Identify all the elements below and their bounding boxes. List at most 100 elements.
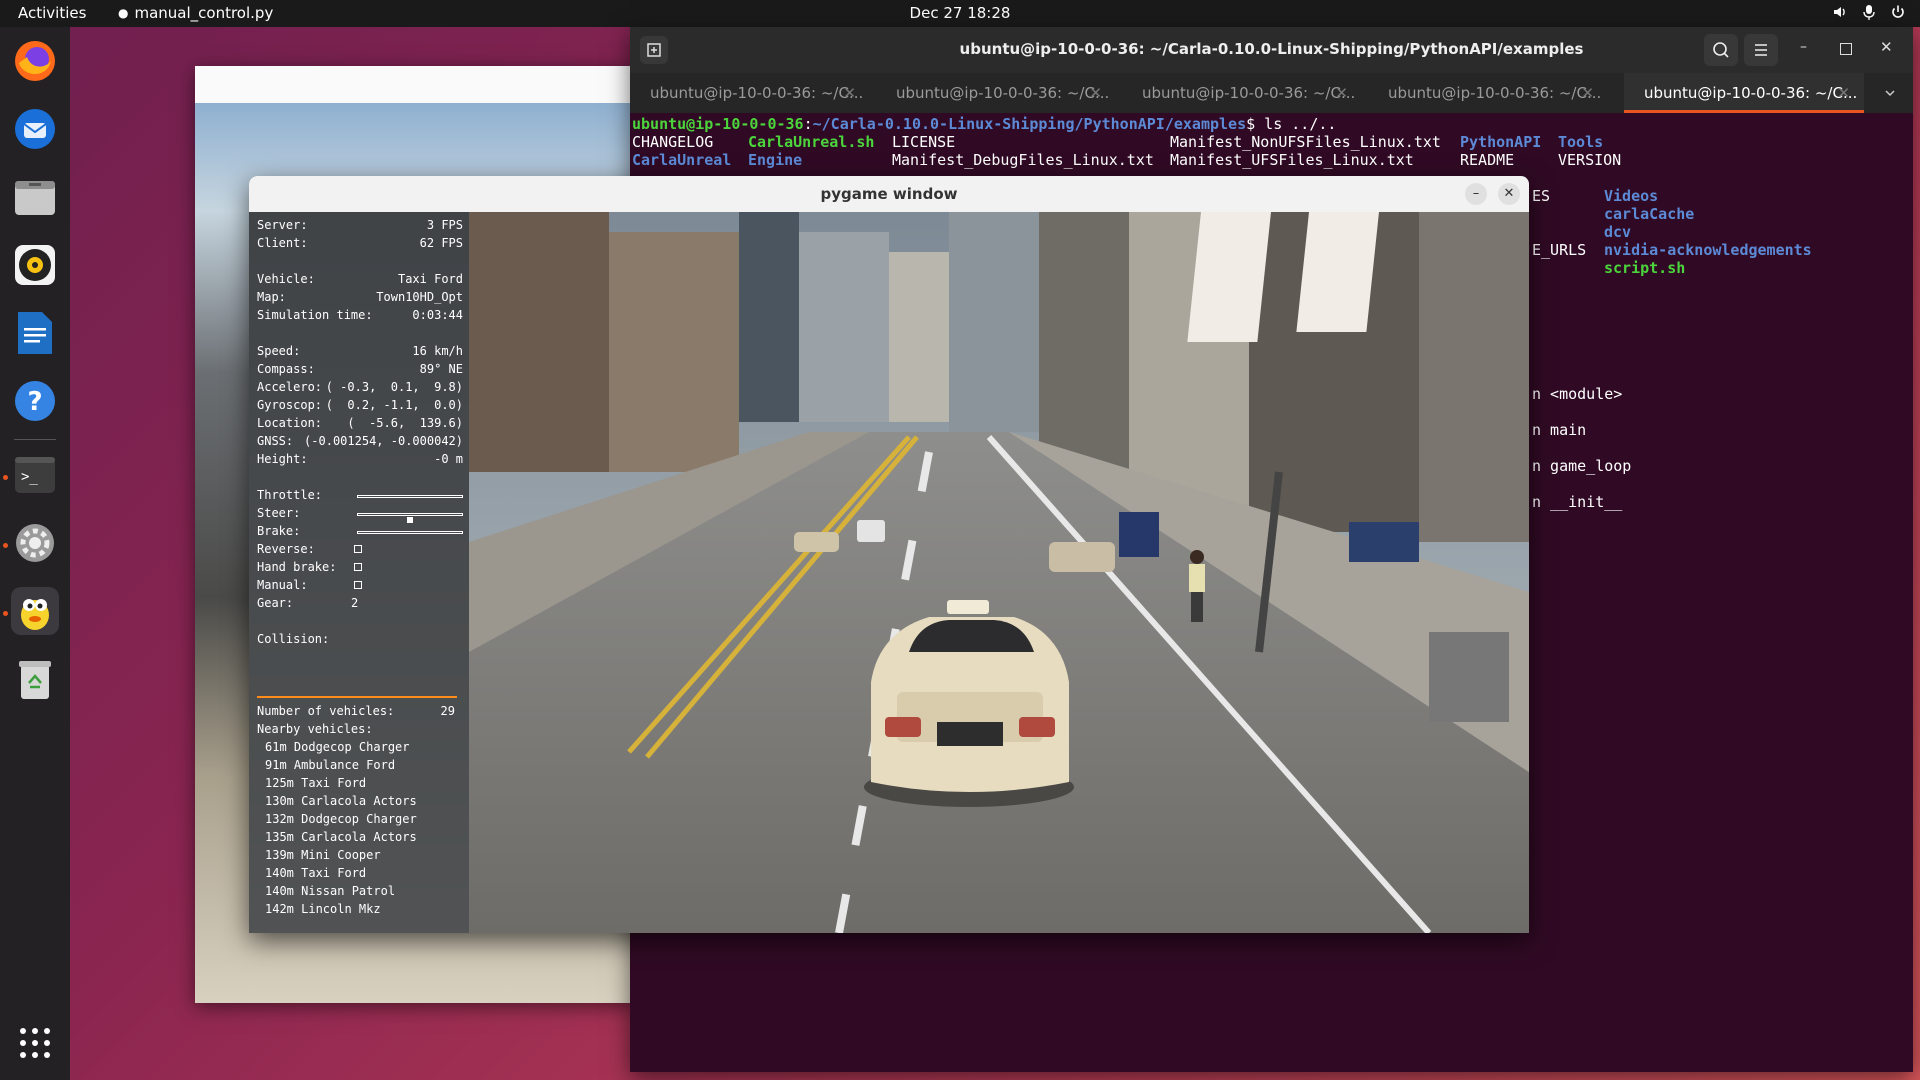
terminal-icon[interactable]: >_ xyxy=(11,451,59,499)
background-window-titlebar[interactable] xyxy=(195,66,635,103)
hud-label: Accelero: xyxy=(257,380,323,394)
ls-entry: CHANGELOG xyxy=(632,133,714,151)
terminal-tab-5[interactable]: ubuntu@ip-10-0-0-36: ~/C... ✕ xyxy=(1624,73,1864,113)
rhythmbox-icon[interactable] xyxy=(11,241,59,289)
hud-value: 16 km/h xyxy=(412,344,463,358)
hud-throttle: Throttle: xyxy=(257,486,463,504)
hud-compass: Compass: 89° NE xyxy=(257,360,463,378)
close-icon[interactable]: ✕ xyxy=(1837,73,1850,113)
terminal-header[interactable]: ubuntu@ip-10-0-0-36: ~/Carla-0.10.0-Linu… xyxy=(630,27,1913,73)
tab-label: ubuntu@ip-10-0-0-36: ~/C... xyxy=(1388,84,1602,102)
hud-gnss: GNSS: (-0.001254, -0.000042) xyxy=(257,432,463,450)
hud-label: Simulation time: xyxy=(257,308,373,322)
help-icon[interactable]: ? xyxy=(11,377,59,425)
close-icon[interactable]: ✕ xyxy=(843,73,856,113)
svg-text:?: ? xyxy=(27,387,42,417)
ls-entry: ES xyxy=(1532,187,1551,205)
ls-entry: Manifest_DebugFiles_Linux.txt xyxy=(892,151,1154,169)
firefox-icon[interactable] xyxy=(11,37,59,85)
hud-vehicle-count: Number of vehicles: 29 xyxy=(257,702,463,720)
settings-icon[interactable] xyxy=(11,519,59,567)
hud-value: 0:03:44 xyxy=(412,308,463,322)
hud-label: Steer: xyxy=(257,506,301,520)
nearby-vehicle: 139m Mini Cooper xyxy=(265,848,381,862)
clock[interactable]: Dec 27 18:28 xyxy=(0,4,1920,22)
nearby-vehicle: 132m Dodgecop Charger xyxy=(265,812,417,826)
thunderbird-icon[interactable] xyxy=(11,105,59,153)
pygame-titlebar[interactable]: pygame window – ✕ xyxy=(249,176,1529,213)
search-button[interactable] xyxy=(1704,34,1738,66)
hud-label: Manual: xyxy=(257,578,308,592)
hud-label: Client: xyxy=(257,236,308,250)
hud-value: ( 0.2, -1.1, 0.0) xyxy=(325,398,463,412)
minimize-button[interactable]: – xyxy=(1465,183,1487,205)
pygame-icon[interactable] xyxy=(11,587,59,635)
hud-steer: Steer: xyxy=(257,504,463,523)
hud-map: Map: Town10HD_Opt xyxy=(257,288,463,306)
ls-entry: Manifest_NonUFSFiles_Linux.txt xyxy=(1170,133,1441,151)
hud-speed: Speed: 16 km/h xyxy=(257,342,463,360)
maximize-button[interactable] xyxy=(1840,43,1852,55)
traceback-line: n __init__ xyxy=(1532,493,1623,511)
nearby-vehicle: 142m Lincoln Mkz xyxy=(265,902,381,916)
prompt-path: ~/Carla-0.10.0-Linux-Shipping/PythonAPI/… xyxy=(812,115,1247,133)
tab-label: ubuntu@ip-10-0-0-36: ~/C... xyxy=(650,84,864,102)
svg-text:>_: >_ xyxy=(21,469,38,485)
close-icon[interactable]: ✕ xyxy=(1581,73,1594,113)
menu-button[interactable] xyxy=(1744,34,1778,66)
pygame-title: pygame window xyxy=(820,185,958,203)
dock: ? >_ xyxy=(0,27,70,1080)
dock-separator xyxy=(14,439,56,440)
collision-history-line xyxy=(257,696,457,698)
hud-label: Location: xyxy=(257,416,323,430)
hud-label: Number of vehicles: xyxy=(257,704,395,718)
ls-entry: Engine xyxy=(748,151,803,169)
hud-label: Gyroscop: xyxy=(257,398,323,412)
search-icon xyxy=(1713,42,1729,58)
hud-value: ( -5.6, 139.6) xyxy=(347,416,463,430)
hud-label: Collision: xyxy=(257,632,330,646)
hud-vehicle: Vehicle: Taxi Ford xyxy=(257,270,463,288)
close-button[interactable]: ✕ xyxy=(1498,183,1520,205)
hud-label: Compass: xyxy=(257,362,315,376)
app-menu[interactable]: ● manual_control.py xyxy=(118,4,273,22)
hud-value: 29 xyxy=(440,704,455,718)
hud-label: GNSS: xyxy=(257,434,294,448)
pygame-window[interactable]: pygame window – ✕ Server: 3 FPS Client: … xyxy=(249,176,1529,933)
nearby-vehicle: 140m Taxi Ford xyxy=(265,866,367,880)
hud-value: Taxi Ford xyxy=(397,272,463,286)
files-icon[interactable] xyxy=(11,173,59,221)
hud-label: Gear: xyxy=(257,596,294,610)
ls-entry: CarlaUnreal xyxy=(632,151,732,169)
close-icon[interactable]: ✕ xyxy=(1335,73,1348,113)
reverse-checkbox xyxy=(354,545,362,553)
close-icon[interactable]: ✕ xyxy=(1089,73,1102,113)
chevron-down-icon[interactable] xyxy=(1884,87,1896,99)
close-button[interactable]: ✕ xyxy=(1880,38,1893,56)
new-tab-button[interactable] xyxy=(640,36,668,64)
ls-entry: nvidia-acknowledgements xyxy=(1604,241,1812,259)
ls-entry: Videos xyxy=(1604,187,1659,205)
hud-collision: Collision: xyxy=(257,630,463,648)
nearby-vehicle: 125m Taxi Ford xyxy=(265,776,367,790)
trash-icon[interactable] xyxy=(11,655,59,703)
hud-gyroscope: Gyroscop:( 0.2, -1.1, 0.0) xyxy=(257,396,463,414)
ls-entry: script.sh xyxy=(1604,259,1686,277)
minimize-button[interactable]: – xyxy=(1800,39,1807,55)
terminal-tab-3[interactable]: ubuntu@ip-10-0-0-36: ~/C... ✕ xyxy=(1122,73,1362,113)
ls-entry: VERSION xyxy=(1558,151,1622,169)
system-tray[interactable] xyxy=(1832,4,1906,20)
terminal-tab-4[interactable]: ubuntu@ip-10-0-0-36: ~/C... ✕ xyxy=(1368,73,1608,113)
microphone-icon xyxy=(1863,5,1875,20)
writer-icon[interactable] xyxy=(11,309,59,357)
ls-entry: LICENSE xyxy=(892,133,956,151)
hud-brake: Brake: xyxy=(257,522,463,540)
terminal-tab-1[interactable]: ubuntu@ip-10-0-0-36: ~/C... ✕ xyxy=(630,73,870,113)
app-grid-icon[interactable] xyxy=(11,1019,59,1067)
terminal-tab-2[interactable]: ubuntu@ip-10-0-0-36: ~/C... ✕ xyxy=(876,73,1116,113)
hud-value: 62 FPS xyxy=(419,236,463,250)
nearby-vehicle: 61m Dodgecop Charger xyxy=(265,740,410,754)
brake-bar xyxy=(357,531,463,534)
hud-value: (-0.001254, -0.000042) xyxy=(304,434,463,448)
activities-button[interactable]: Activities xyxy=(18,4,86,22)
